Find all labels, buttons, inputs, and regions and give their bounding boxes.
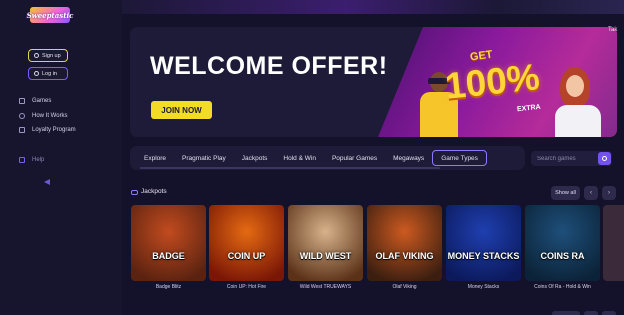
help-icon — [19, 157, 25, 163]
game-thumbnail — [525, 205, 600, 281]
show-all-button[interactable]: Show all — [551, 186, 580, 200]
collapse-sidebar-icon[interactable] — [44, 179, 50, 185]
sidebar-item-how-it-works[interactable]: How It Works — [19, 113, 68, 119]
game-logo-text: MONEY STACKS — [447, 251, 520, 261]
prev-arrow-button[interactable]: ‹ — [584, 186, 598, 200]
scroll-hint — [552, 311, 580, 315]
game-logo-text: BADGE — [152, 251, 185, 261]
game-thumbnail — [367, 205, 442, 281]
search-button[interactable] — [598, 152, 611, 165]
signup-label: Sign up — [42, 52, 61, 59]
game-logo-text: COIN UP — [227, 251, 266, 261]
tabs-scrollbar[interactable] — [140, 167, 440, 169]
page: Sweeptastic Sign up Log in Games How It … — [0, 0, 624, 315]
search-box — [531, 151, 612, 166]
game-logo-text: WILD WEST — [299, 251, 352, 261]
section-title: Jackpots — [141, 188, 167, 195]
crown-icon — [19, 127, 25, 133]
hero-banner[interactable]: WELCOME OFFER! JOIN NOW GET 100% EXTRA — [130, 27, 617, 137]
tab-megaways[interactable]: Megaways — [385, 150, 432, 166]
game-logo-text: COINS RA — [540, 251, 585, 261]
sidebar-item-help[interactable]: Help — [19, 157, 44, 163]
search-icon — [602, 156, 607, 161]
game-card[interactable]: BADGE — [131, 205, 206, 281]
game-name[interactable]: Money Stacks — [446, 284, 521, 290]
game-name[interactable]: Wild West TRUEWAYS — [288, 284, 363, 290]
right-edge-text: Tak — [608, 27, 618, 33]
signup-button[interactable]: Sign up — [28, 49, 68, 62]
game-name[interactable]: Badge Blitz — [131, 284, 206, 290]
sidebar: Sweeptastic Sign up Log in Games How It … — [0, 0, 122, 315]
tab-popular-games[interactable]: Popular Games — [324, 150, 385, 166]
game-name[interactable]: Olaf Viking — [367, 284, 442, 290]
sidebar-item-loyalty[interactable]: Loyalty Program — [19, 127, 76, 133]
sidebar-item-label: Help — [32, 157, 45, 163]
game-thumbnail — [446, 205, 521, 281]
scroll-hint — [584, 311, 598, 315]
sidebar-item-label: Loyalty Program — [32, 127, 76, 133]
info-icon — [19, 113, 25, 119]
game-card[interactable]: OLAF VIKING — [367, 205, 442, 281]
login-label: Log in — [42, 70, 57, 77]
tab-pragmatic-play[interactable]: Pragmatic Play — [174, 150, 234, 166]
game-logo-text: OLAF VIKING — [375, 251, 434, 261]
game-name[interactable]: Coin UP: Hot Fire — [209, 284, 284, 290]
game-card[interactable]: MONEY STACKS — [446, 205, 521, 281]
sidebar-item-games[interactable]: Games — [19, 98, 51, 104]
game-card[interactable]: COIN UP — [209, 205, 284, 281]
sidebar-item-label: How It Works — [32, 113, 68, 119]
hero-woman-image — [555, 67, 605, 137]
game-name[interactable]: Coins Of Ra - Hold & Win — [525, 284, 600, 290]
scroll-hint — [602, 311, 616, 315]
tab-hold-and-win[interactable]: Hold & Win — [275, 150, 324, 166]
tab-jackpots[interactable]: Jackpots — [234, 150, 276, 166]
logo-text: Sweeptastic — [26, 10, 74, 20]
game-thumbnail — [288, 205, 363, 281]
search-input[interactable] — [537, 155, 595, 162]
sidebar-item-label: Games — [32, 98, 52, 104]
join-now-button[interactable]: JOIN NOW — [151, 101, 212, 119]
game-card[interactable]: WILD WEST — [288, 205, 363, 281]
tab-explore[interactable]: Explore — [136, 150, 174, 166]
login-button[interactable]: Log in — [28, 67, 68, 80]
game-card-partial[interactable] — [603, 205, 624, 281]
game-thumbnail — [131, 205, 206, 281]
chevron-right-icon: › — [608, 190, 610, 196]
login-icon — [34, 71, 39, 76]
tab-game-types[interactable]: Game Types — [432, 150, 487, 166]
grid-icon — [19, 98, 25, 104]
jackpot-icon — [131, 190, 138, 195]
user-plus-icon — [34, 53, 39, 58]
game-thumbnail — [209, 205, 284, 281]
next-arrow-button[interactable]: › — [602, 186, 616, 200]
chevron-left-icon: ‹ — [590, 190, 592, 196]
top-glow — [120, 0, 624, 14]
site-logo[interactable]: Sweeptastic — [27, 7, 73, 23]
hero-title: WELCOME OFFER! — [150, 52, 388, 80]
game-card[interactable]: COINS RA — [525, 205, 600, 281]
